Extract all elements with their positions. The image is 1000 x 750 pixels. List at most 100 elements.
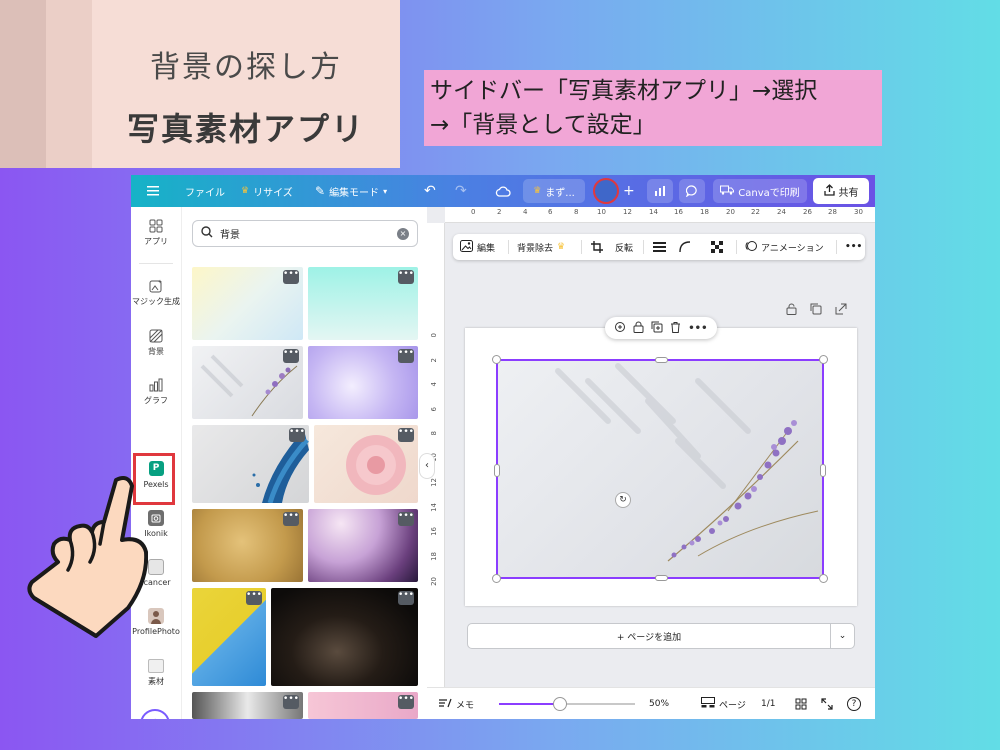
lock-page-icon[interactable] [786,303,797,318]
result-thumbnail[interactable]: ••• [192,346,303,419]
rotate-icon[interactable]: ↻ [615,492,631,508]
more-options-button[interactable]: ••• [398,270,414,284]
more-options-button[interactable]: ••• [398,591,414,605]
result-thumbnail[interactable]: ••• [192,692,303,719]
ruler-tick: 18 [430,552,438,561]
result-thumbnail[interactable]: ••• [192,267,303,340]
resize-handle[interactable] [820,464,826,477]
design-page[interactable]: ••• [465,317,857,606]
add-collaborator-icon[interactable]: + [623,175,635,207]
flip-button[interactable]: 反転 [615,234,633,260]
resize-handle[interactable] [819,355,828,364]
ruler-top: 0 2 4 6 8 10 12 14 16 18 20 22 24 26 28 … [445,207,875,223]
share-button[interactable]: 共有 [813,178,869,204]
help-icon[interactable]: ? [847,688,861,719]
file-menu[interactable]: ファイル [185,175,225,207]
menu-icon[interactable] [147,175,159,207]
chevron-down-icon[interactable]: ⌄ [830,624,854,648]
bg-remove-button[interactable]: 背景除去 ♛ [517,234,565,260]
rail-item-graph[interactable]: グラフ [131,378,181,406]
more-options-button[interactable]: ••• [289,428,305,442]
result-thumbnail[interactable]: ••• [192,588,266,686]
share-page-icon[interactable] [835,303,847,318]
more-options-button[interactable]: ••• [246,591,262,605]
clear-search-icon[interactable]: × [397,227,409,240]
insights-icon[interactable] [647,179,673,203]
notes-icon [439,698,452,711]
lock-icon[interactable] [633,321,644,336]
resize-handle[interactable] [655,357,668,363]
resize-button[interactable]: ♛ リサイズ [241,175,293,207]
transparency-icon[interactable] [711,234,723,260]
duplicate-page-icon[interactable] [810,303,822,318]
result-thumbnail[interactable]: ••• [271,588,418,686]
resize-handle[interactable] [492,355,501,364]
magic-assistant-button[interactable]: ✦ [140,709,170,719]
profile-photo-icon [148,608,164,624]
more-options-button[interactable]: ••• [845,234,862,260]
toolbar-divider [643,240,644,254]
border-style-icon[interactable] [653,234,666,260]
collapse-panel-button[interactable]: ‹ [419,453,435,479]
undo-icon[interactable]: ↶ [424,175,436,207]
result-thumbnail[interactable]: ••• [308,509,418,582]
pages-button[interactable]: ページ [701,688,746,719]
comment-add-icon[interactable] [614,321,626,336]
result-thumbnail[interactable]: ••• [308,346,418,419]
image-app-icon [148,559,164,575]
context-toolbar: 編集 背景除去 ♛ 反転 アニメーション ••• [453,234,865,260]
zoom-slider[interactable] [499,697,635,711]
doc-title-button[interactable]: ♛ まず... [523,179,585,203]
add-page-button[interactable]: + ページを追加 ⌄ [467,623,855,649]
resize-handle[interactable] [492,574,501,583]
duplicate-icon[interactable] [651,321,663,336]
more-options-button[interactable]: ••• [398,349,414,363]
more-options-button[interactable]: ••• [398,428,414,442]
fullscreen-icon[interactable] [821,688,833,719]
more-options-button[interactable]: ••• [398,695,414,709]
selected-image[interactable] [492,355,828,583]
animation-button[interactable]: アニメーション [745,234,824,260]
trash-icon[interactable] [670,321,681,336]
edit-mode-dropdown[interactable]: ✎ 編集モード ▾ [315,175,387,207]
edit-label: 編集 [477,243,496,254]
doc-title: まず... [545,187,575,199]
grid-view-icon[interactable] [795,688,807,719]
more-options-button[interactable]: ••• [398,512,414,526]
result-thumbnail[interactable]: ••• [308,692,418,719]
rail-item-background[interactable]: 背景 [131,329,181,357]
zoom-value[interactable]: 50% [649,688,669,719]
resize-handle[interactable] [819,574,828,583]
more-options-button[interactable]: ••• [283,349,299,363]
more-options-button[interactable]: ••• [283,695,299,709]
canvas-workspace: 0 2 4 6 8 10 12 14 16 18 20 22 24 26 28 … [427,207,875,687]
chevron-down-icon: ▾ [383,186,388,196]
rail-item-apps[interactable]: アプリ [131,219,181,247]
corner-rounding-icon[interactable] [679,234,691,260]
avatar[interactable] [593,178,619,204]
result-thumbnail[interactable]: ••• [192,509,303,582]
resize-handle[interactable] [655,575,668,581]
more-options-icon[interactable]: ••• [688,323,707,334]
more-options-button[interactable]: ••• [283,512,299,526]
result-thumbnail[interactable]: ••• [192,425,309,503]
result-thumbnail[interactable]: ••• [314,425,418,503]
print-button[interactable]: Canvaで印刷 [713,179,807,203]
notes-button[interactable]: メモ [439,688,474,719]
edit-image-button[interactable]: 編集 [460,234,495,260]
cloud-save-icon[interactable] [495,175,511,207]
crop-icon[interactable] [591,234,603,260]
page-count: 1/1 [761,688,775,719]
comment-icon[interactable] [679,179,705,203]
rail-label: マジック生成 [132,297,180,306]
result-thumbnail[interactable]: ••• [308,267,418,340]
title-card: 背景の探し方 写真素材アプリ [0,0,400,168]
redo-icon[interactable]: ↷ [455,175,467,207]
search-input[interactable]: 背景 × [192,220,418,247]
more-options-button[interactable]: ••• [283,270,299,284]
resize-handle[interactable] [494,464,500,477]
zoom-slider-knob[interactable] [553,697,568,711]
rail-item-materials[interactable]: 素材 [131,659,181,687]
rail-item-magic[interactable]: マジック生成 [131,279,181,307]
magic-image-icon [149,279,163,293]
